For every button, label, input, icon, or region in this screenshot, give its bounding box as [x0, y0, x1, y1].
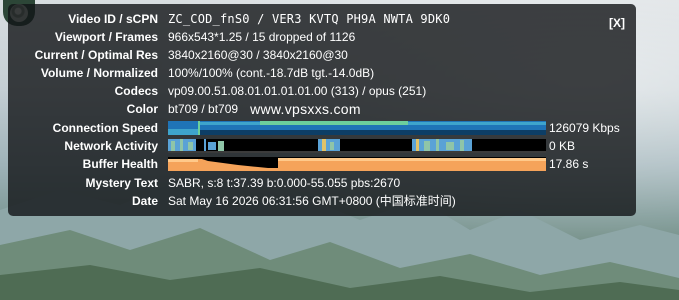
network-activity-value: 0 KB	[549, 139, 576, 153]
stat-row-buffer-health: Buffer Health	[8, 155, 158, 173]
stat-value: 100%/100% (cont.-18.7dB tgt.-14.0dB)	[168, 66, 375, 80]
stat-label: Video ID / sCPN	[68, 12, 158, 26]
stat-value: Sat May 16 2026 06:31:56 GMT+0800 (中国标准时…	[168, 194, 456, 208]
stat-row-date: Date Sat May 16 2026 06:31:56 GMT+0800 (…	[8, 192, 456, 210]
stat-label: Network Activity	[64, 139, 158, 153]
stat-row-resolution: Current / Optimal Res 3840x2160@30 / 384…	[8, 46, 348, 64]
stat-row-video-id: Video ID / sCPN ZC_COD_fnS0 / VER3 KVTQ …	[8, 10, 450, 28]
stat-label: Mystery Text	[85, 176, 158, 190]
stat-label: Current / Optimal Res	[34, 48, 158, 62]
stat-value: bt709 / bt709	[168, 102, 239, 116]
stat-row-mystery-text: Mystery Text SABR, s:8 t:37.39 b:0.000-5…	[8, 174, 401, 192]
stat-value: 3840x2160@30 / 3840x2160@30	[168, 48, 348, 62]
stat-label: Date	[131, 194, 158, 208]
stat-value: ZC_COD_fnS0 / VER3 KVTQ PH9A NWTA 9DK0	[168, 12, 451, 26]
stat-row-network-activity: Network Activity	[8, 137, 158, 155]
stat-row-connection-speed: Connection Speed	[8, 119, 158, 137]
stat-label: Viewport / Frames	[54, 30, 158, 44]
close-button[interactable]: [X]	[609, 16, 625, 30]
stat-value: SABR, s:8 t:37.39 b:0.000-55.055 pbs:267…	[168, 176, 401, 190]
stat-value: 966x543*1.25 / 15 dropped of 1126	[168, 30, 356, 44]
network-activity-graph	[168, 139, 546, 153]
watermark-text: www.vpsxxs.com	[250, 101, 361, 117]
stat-label: Volume / Normalized	[40, 66, 158, 80]
buffer-health-graph	[168, 157, 546, 171]
stats-for-nerds-panel: [X] Video ID / sCPN ZC_COD_fnS0 / VER3 K…	[8, 4, 636, 216]
buffer-health-value: 17.86 s	[549, 157, 589, 171]
stat-row-viewport-frames: Viewport / Frames 966x543*1.25 / 15 drop…	[8, 28, 355, 46]
stat-row-volume: Volume / Normalized 100%/100% (cont.-18.…	[8, 64, 374, 82]
stat-row-codecs: Codecs vp09.00.51.08.01.01.01.01.00 (313…	[8, 82, 427, 100]
stat-label: Connection Speed	[52, 121, 158, 135]
stat-label: Color	[126, 102, 158, 116]
connection-speed-value: 126079 Kbps	[549, 121, 620, 135]
stat-label: Codecs	[114, 84, 158, 98]
stat-value: vp09.00.51.08.01.01.01.01.00 (313) / opu…	[168, 84, 427, 98]
connection-speed-graph	[168, 121, 546, 135]
stat-label: Buffer Health	[82, 157, 158, 171]
stat-row-color: Color bt709 / bt709 www.vpsxxs.com	[8, 100, 361, 118]
